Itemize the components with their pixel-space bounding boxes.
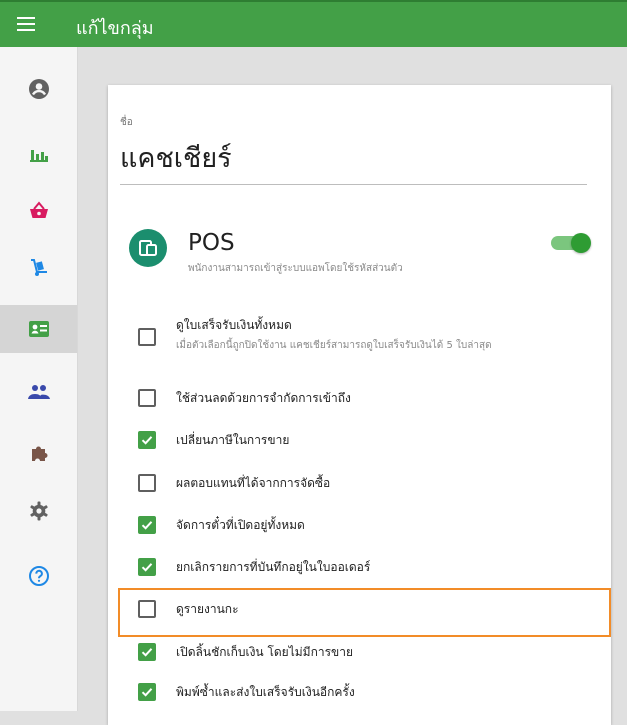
permission-description: เมื่อตัวเลือกนี้ถูกปิดใช้งาน แคชเชียร์สา… xyxy=(176,340,492,351)
badge-icon xyxy=(28,321,49,337)
gear-icon xyxy=(29,501,48,521)
permission-label: จัดการตั๋วที่เปิดอยู่ทั้งหมด xyxy=(176,518,305,532)
permission-checkbox[interactable] xyxy=(138,683,156,701)
name-field-underline xyxy=(120,184,587,185)
permission-label: ใช้ส่วนลดด้วยการจำกัดการเข้าถึง xyxy=(176,391,351,405)
check-icon xyxy=(141,521,153,530)
pos-icon xyxy=(129,229,167,267)
permission-label: พิมพ์ซ้ำและส่งใบเสร็จรับเงินอีกครั้ง xyxy=(176,685,355,699)
hand-truck-icon xyxy=(30,259,47,276)
rail-item-customers[interactable] xyxy=(0,368,77,416)
permission-checkbox[interactable] xyxy=(138,328,156,346)
rail-item-items[interactable] xyxy=(0,187,77,235)
people-icon xyxy=(27,385,50,399)
pos-title: POS xyxy=(188,230,235,256)
permission-row[interactable]: พิมพ์ซ้ำและส่งใบเสร็จรับเงินอีกครั้ง xyxy=(120,676,600,716)
puzzle-icon xyxy=(31,446,47,461)
rail-item-reports[interactable] xyxy=(0,130,77,178)
rail-item-employees[interactable] xyxy=(0,305,77,353)
rail-item-inventory[interactable] xyxy=(0,243,77,291)
permission-row[interactable]: ใช้ส่วนลดด้วยการจำกัดการเข้าถึง xyxy=(120,382,600,422)
page-title: แก้ไขกลุ่ม xyxy=(76,18,154,39)
permission-checkbox[interactable] xyxy=(138,516,156,534)
app-bar: แก้ไขกลุ่ม xyxy=(0,0,627,47)
permission-label: ยกเลิกรายการที่บันทึกอยู่ในใบออเดอร์ xyxy=(176,560,371,574)
nav-rail xyxy=(0,47,78,711)
permission-label: ผลตอบแทนที่ได้จากการจัดซื้อ xyxy=(176,476,331,490)
rail-item-help[interactable] xyxy=(0,552,77,600)
account-circle-icon xyxy=(28,79,49,99)
permission-label: เปิดลิ้นชักเก็บเงิน โดยไม่มีการขาย xyxy=(176,645,353,659)
permission-row[interactable]: ดูรายงานกะ xyxy=(120,593,600,633)
name-field-label: ชื่อ xyxy=(120,117,133,128)
permission-row[interactable]: ยกเลิกรายการที่บันทึกอยู่ในใบออเดอร์ xyxy=(120,551,600,591)
permission-checkbox[interactable] xyxy=(138,431,156,449)
permission-label: เปลี่ยนภาษีในการขาย xyxy=(176,433,290,447)
permission-checkbox[interactable] xyxy=(138,389,156,407)
shopping-basket-icon xyxy=(29,201,48,218)
permission-row[interactable]: ผลตอบแทนที่ได้จากการจัดซื้อ xyxy=(120,467,600,507)
check-icon xyxy=(141,648,153,657)
permission-row[interactable]: เปลี่ยนภาษีในการขาย xyxy=(120,424,600,464)
check-icon xyxy=(141,688,153,697)
permission-label: ดูรายงานกะ xyxy=(176,602,239,616)
permission-row[interactable]: จัดการตั๋วที่เปิดอยู่ทั้งหมด xyxy=(120,509,600,549)
rail-item-account[interactable] xyxy=(0,65,77,113)
permission-checkbox[interactable] xyxy=(138,474,156,492)
permission-row[interactable]: ดูใบเสร็จรับเงินทั้งหมดเมื่อตัวเลือกนี้ถ… xyxy=(120,316,600,356)
permission-checkbox[interactable] xyxy=(138,643,156,661)
pos-description: พนักงานสามารถเข้าสู่ระบบแอพโดยใช้รหัสส่ว… xyxy=(188,263,403,274)
rail-item-settings[interactable] xyxy=(0,487,77,535)
pos-toggle[interactable] xyxy=(549,233,591,253)
permission-label: ดูใบเสร็จรับเงินทั้งหมด xyxy=(176,318,292,332)
help-circle-icon xyxy=(28,566,49,586)
check-icon xyxy=(141,563,153,572)
bar-chart-icon xyxy=(29,150,48,162)
rail-item-integrations[interactable] xyxy=(0,428,77,476)
check-icon xyxy=(141,436,153,445)
hamburger-icon[interactable] xyxy=(17,17,35,31)
name-field[interactable]: แคชเชียร์ xyxy=(120,136,232,179)
permission-checkbox[interactable] xyxy=(138,558,156,576)
permission-checkbox[interactable] xyxy=(138,600,156,618)
permission-row[interactable]: เปิดลิ้นชักเก็บเงิน โดยไม่มีการขาย xyxy=(120,636,600,676)
